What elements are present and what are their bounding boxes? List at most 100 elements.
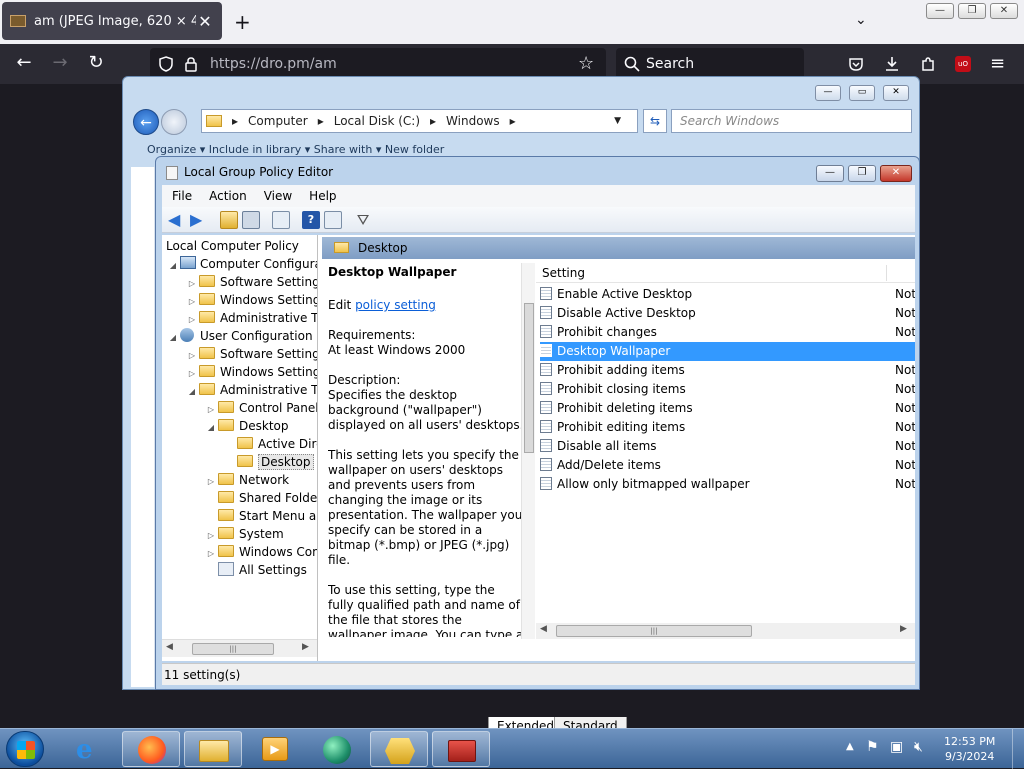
list-all-tabs-button[interactable]: ⌄ <box>855 12 867 28</box>
start-button[interactable] <box>6 731 44 767</box>
description-scrollbar[interactable] <box>521 263 535 639</box>
scroll-thumb[interactable] <box>524 303 534 453</box>
clock[interactable]: 12:53 PM 9/3/2024 <box>944 734 995 764</box>
tree-node[interactable]: ◢ Desktop <box>204 417 289 435</box>
expand-arrow-icon[interactable]: ◢ <box>204 419 218 437</box>
list-horizontal-scrollbar[interactable]: ◀ ||| ▶ <box>536 623 915 639</box>
explorer-close-button[interactable]: ✕ <box>883 85 909 101</box>
column-header-setting[interactable]: Setting <box>536 263 915 283</box>
tree-horizontal-scrollbar[interactable]: ◀ ||| ▶ <box>162 639 317 657</box>
volume-muted-icon[interactable]: 🔇︎ <box>914 739 923 755</box>
export-list-icon[interactable] <box>272 211 290 229</box>
tree-node[interactable]: ▷ Software Settings <box>185 273 317 291</box>
scroll-thumb[interactable]: ||| <box>556 625 752 637</box>
expand-arrow-icon[interactable]: ◢ <box>185 383 199 401</box>
extensions-icon[interactable] <box>920 56 936 72</box>
toolbox-icon[interactable] <box>432 731 490 767</box>
tree-node[interactable]: ▷ System <box>204 525 284 543</box>
menu-help[interactable]: Help <box>299 189 343 203</box>
setting-row[interactable]: Enable Active Desktop Not <box>540 285 915 304</box>
forward-arrow-icon[interactable]: → <box>48 52 72 74</box>
tree-node[interactable]: Local Computer Policy <box>166 237 299 255</box>
setting-row[interactable]: Desktop Wallpaper <box>540 342 915 361</box>
breadcrumb-local-disk[interactable]: Local Disk (C:) <box>334 114 420 128</box>
setting-row[interactable]: Prohibit editing items Not <box>540 418 915 437</box>
action-center-flag-icon[interactable]: ⚑ <box>866 739 879 755</box>
tree-node[interactable]: ◢ User Configuration <box>166 327 313 345</box>
browser-close-button[interactable]: ✕ <box>990 3 1018 19</box>
firefox-icon[interactable] <box>122 731 180 767</box>
show-desktop-button[interactable] <box>1012 729 1024 769</box>
close-button[interactable]: ✕ <box>880 165 912 182</box>
explorer-maximize-button[interactable]: ▭ <box>849 85 875 101</box>
forward-arrow-icon[interactable]: ▶ <box>190 211 208 229</box>
setting-row[interactable]: Prohibit deleting items Not <box>540 399 915 418</box>
tree-node[interactable]: Shared Folders <box>204 489 317 507</box>
tree-node[interactable]: ◢ Administrative Tem <box>185 381 317 401</box>
pocket-icon[interactable] <box>848 56 864 72</box>
browser-minimize-button[interactable]: — <box>926 3 954 19</box>
show-hidden-icons-icon[interactable]: ▲ <box>846 741 854 752</box>
internet-explorer-icon[interactable]: e <box>60 731 118 767</box>
tree-node[interactable]: All Settings <box>204 561 307 579</box>
tree-node[interactable]: ▷Administrative Tem <box>185 309 317 327</box>
network-app-icon[interactable] <box>370 731 428 767</box>
explorer-forward-button[interactable] <box>161 109 187 135</box>
address-dropdown-icon[interactable]: ▼ <box>614 116 621 126</box>
network-icon[interactable]: ▣ <box>890 739 903 755</box>
explorer-address-bar[interactable]: ▸ Computer ▸ Local Disk (C:) ▸ Windows ▸… <box>201 109 638 133</box>
menu-hamburger-icon[interactable]: ≡ <box>990 53 1005 74</box>
scroll-right-icon[interactable]: ▶ <box>302 642 309 652</box>
expand-arrow-icon[interactable]: ◢ <box>166 329 180 347</box>
tree-node[interactable]: ◢ Computer Configuratio <box>166 255 317 275</box>
tree-node[interactable]: ▷ Software Settings <box>185 345 317 363</box>
column-separator[interactable] <box>886 265 887 281</box>
scroll-left-icon[interactable]: ◀ <box>540 624 547 634</box>
menu-action[interactable]: Action <box>199 189 254 203</box>
breadcrumb-arrow-icon[interactable]: ▸ <box>232 114 238 128</box>
explorer-minimize-button[interactable]: — <box>815 85 841 101</box>
setting-row[interactable]: Add/Delete items Not <box>540 456 915 475</box>
help-icon[interactable]: ? <box>302 211 320 229</box>
tree-node[interactable]: Active Direct <box>223 435 317 453</box>
download-icon[interactable] <box>884 56 900 72</box>
file-explorer-icon[interactable] <box>184 731 242 767</box>
back-arrow-icon[interactable]: ← <box>12 52 36 74</box>
up-folder-icon[interactable] <box>220 211 238 229</box>
explorer-search-input[interactable]: Search Windows <box>671 109 912 133</box>
tree-node[interactable]: ▷ Network <box>204 471 289 489</box>
reload-icon[interactable]: ↻ <box>84 52 108 74</box>
policy-setting-link[interactable]: policy setting <box>355 298 436 312</box>
menu-file[interactable]: File <box>162 189 199 203</box>
refresh-icon[interactable]: ⇆ <box>643 109 667 133</box>
tree-node[interactable]: ▷Windows Comp <box>204 543 317 561</box>
media-player-icon[interactable]: ▶ <box>246 731 304 767</box>
tree-node[interactable]: Start Menu and T <box>204 507 317 525</box>
setting-row[interactable]: Allow only bitmapped wallpaper Not <box>540 475 915 494</box>
breadcrumb-windows[interactable]: Windows <box>446 114 500 128</box>
browser-tab[interactable]: am (JPEG Image, 620 × 414 pixels) ✕ <box>2 2 222 40</box>
explorer-back-button[interactable]: ← <box>133 109 159 135</box>
expand-arrow-icon[interactable]: ◢ <box>166 257 180 275</box>
breadcrumb-arrow-icon[interactable]: ▸ <box>318 114 324 128</box>
bookmark-star-icon[interactable]: ☆ <box>578 53 594 74</box>
browser-restore-button[interactable]: ❐ <box>958 3 986 19</box>
tab-close-icon[interactable]: ✕ <box>196 12 214 31</box>
filter-icon[interactable]: ⛛ <box>354 211 372 229</box>
scroll-thumb[interactable]: ||| <box>192 643 274 655</box>
breadcrumb-computer[interactable]: Computer <box>248 114 308 128</box>
breadcrumb-arrow-icon[interactable]: ▸ <box>510 114 516 128</box>
tree-node[interactable]: ▷ Control Panel <box>204 399 317 417</box>
lock-icon[interactable] <box>184 56 198 72</box>
menu-view[interactable]: View <box>254 189 299 203</box>
restore-button[interactable]: ❐ <box>848 165 876 182</box>
show-hide-tree-icon[interactable] <box>242 211 260 229</box>
back-arrow-icon[interactable]: ◀ <box>168 211 186 229</box>
setting-row[interactable]: Disable all items Not <box>540 437 915 456</box>
new-tab-button[interactable]: + <box>234 10 251 34</box>
breadcrumb-arrow-icon[interactable]: ▸ <box>430 114 436 128</box>
shield-icon[interactable] <box>158 56 174 72</box>
tree-node[interactable]: ▷ Windows Settings <box>185 363 317 381</box>
properties-icon[interactable] <box>324 211 342 229</box>
setting-row[interactable]: Prohibit closing items Not <box>540 380 915 399</box>
